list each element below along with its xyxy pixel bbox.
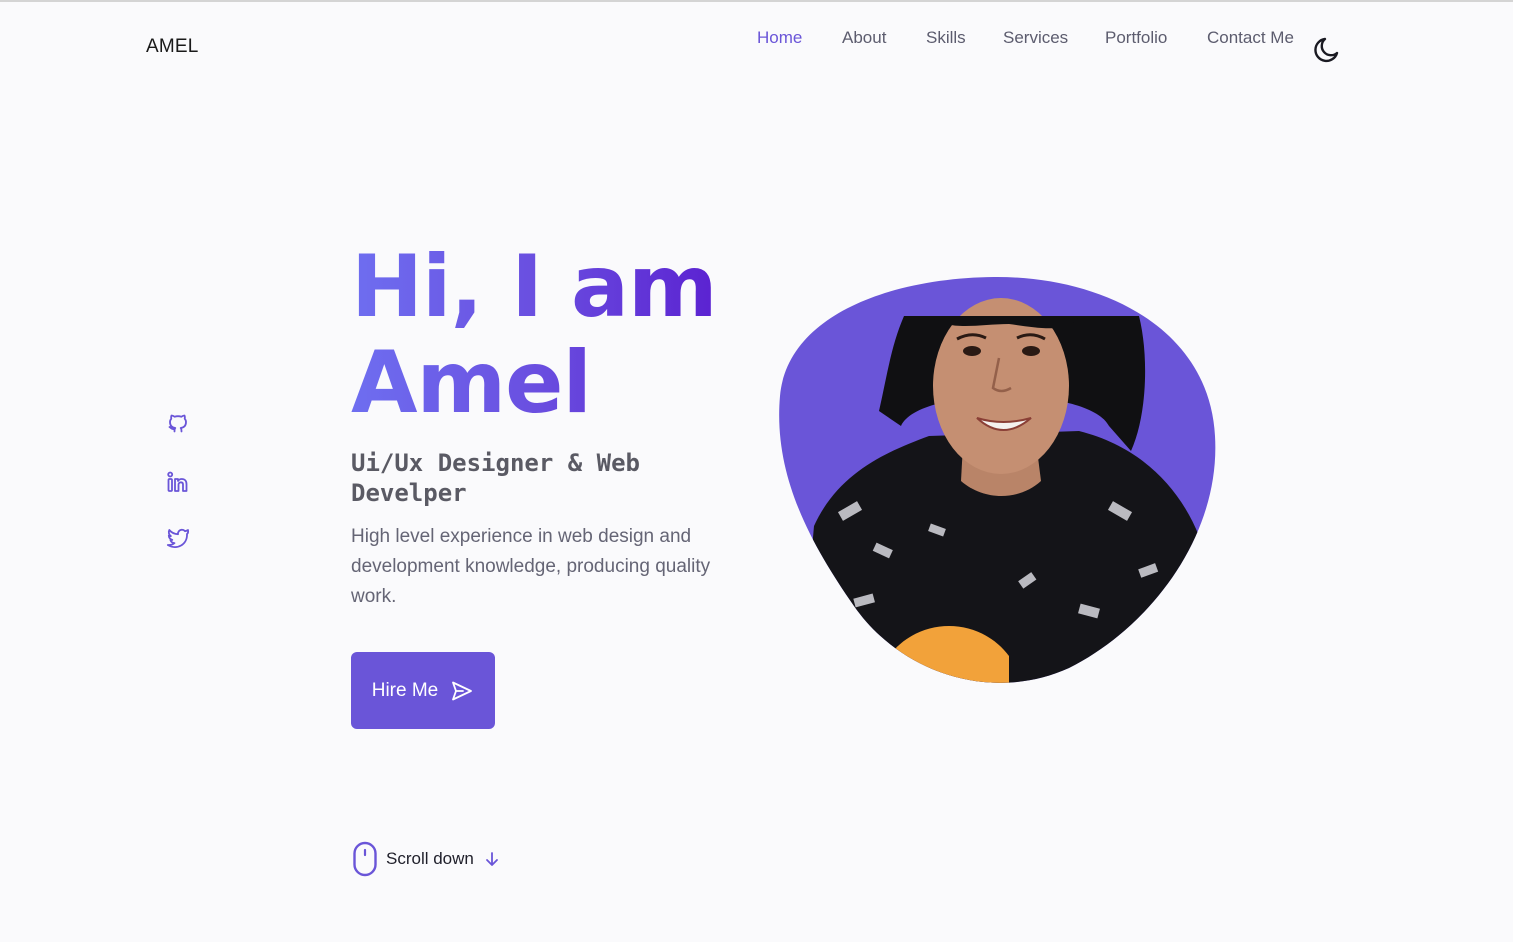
hero-title-line1: Hi, I am [351, 237, 718, 337]
nav-home[interactable]: Home [757, 28, 802, 48]
send-icon [452, 681, 473, 700]
twitter-link[interactable] [163, 522, 193, 552]
hero-description: High level experience in web design and … [351, 526, 711, 607]
nav-services[interactable]: Services [1003, 28, 1068, 48]
nav-about[interactable]: About [842, 28, 886, 48]
hire-me-button[interactable]: Hire Me [351, 652, 495, 729]
moon-icon [1314, 37, 1339, 63]
twitter-icon [166, 528, 190, 548]
hero-subtitle: Ui/Ux Designer & Web Develper [351, 449, 640, 507]
nav-contact[interactable]: Contact Me [1207, 28, 1294, 48]
github-link[interactable] [163, 407, 193, 437]
nav-portfolio[interactable]: Portfolio [1105, 28, 1167, 48]
scroll-down-label: Scroll down [386, 849, 474, 868]
hero-title-line2: Amel [351, 335, 717, 431]
arrow-down-icon [485, 852, 498, 866]
github-icon [168, 414, 187, 433]
theme-toggle-button[interactable] [1311, 35, 1341, 65]
scroll-down-link[interactable]: Scroll down [352, 841, 502, 877]
hero-title: Hi, I am Amel [351, 237, 718, 431]
linkedin-icon [167, 471, 188, 492]
hire-me-label: Hire Me [371, 679, 439, 701]
site-logo[interactable]: AMEL [146, 36, 199, 58]
profile-image [779, 276, 1216, 683]
mouse-icon [353, 841, 377, 877]
linkedin-link[interactable] [163, 467, 193, 497]
nav-skills[interactable]: Skills [926, 28, 966, 48]
